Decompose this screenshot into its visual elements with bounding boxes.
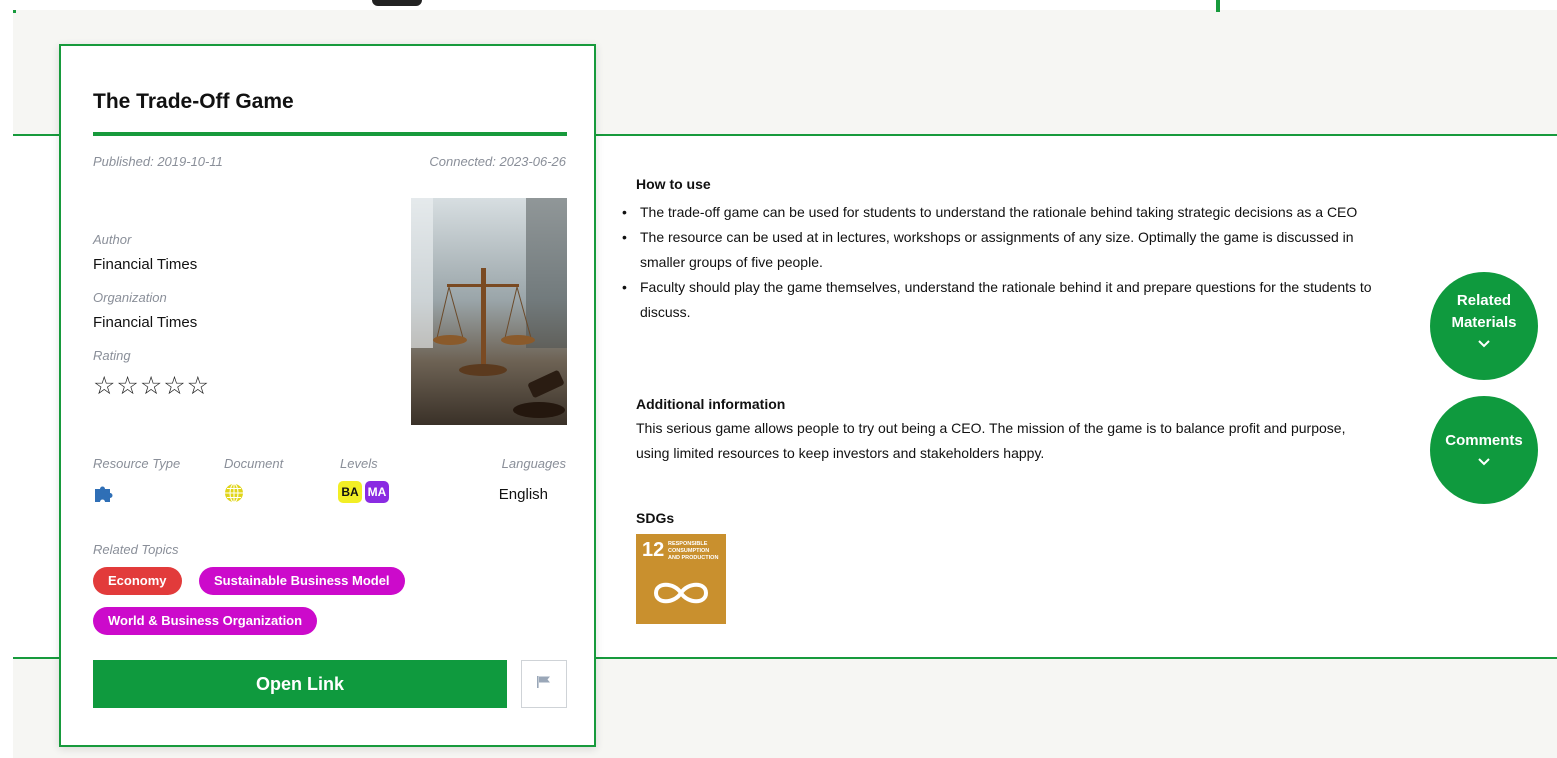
- published-date: Published: 2019-10-11: [93, 154, 223, 169]
- connected-date: Connected: 2023-06-26: [429, 154, 566, 169]
- how-to-use-list: The trade-off game can be used for stude…: [620, 200, 1400, 325]
- header-accent-right: [1216, 0, 1220, 12]
- how-to-use-heading: How to use: [636, 176, 711, 192]
- languages-label: Languages: [501, 456, 566, 471]
- levels-badges: BA MA: [338, 481, 389, 503]
- topic-chip-sustainable-business-model[interactable]: Sustainable Business Model: [199, 567, 405, 595]
- flag-icon: [536, 675, 552, 694]
- rating-stars[interactable]: ☆☆☆☆☆: [93, 371, 210, 401]
- organization-label: Organization: [93, 290, 167, 305]
- organization-value: Financial Times: [93, 314, 198, 331]
- sdg-title: RESPONSIBLE CONSUMPTION AND PRODUCTION: [668, 541, 719, 561]
- related-materials-label-line2: Materials: [1451, 314, 1517, 331]
- open-link-button[interactable]: Open Link: [93, 660, 507, 708]
- sdgs-heading: SDGs: [636, 510, 675, 526]
- additional-info-text: This serious game allows people to try o…: [636, 420, 1346, 461]
- list-item: Faculty should play the game themselves,…: [622, 275, 1400, 325]
- header-logo-fragment: [372, 0, 422, 6]
- report-button[interactable]: [521, 660, 567, 708]
- related-materials-label-line1: Related: [1456, 292, 1512, 309]
- top-header-strip: [0, 0, 1557, 13]
- author-label: Author: [93, 232, 132, 247]
- level-badge-ba: BA: [338, 481, 362, 503]
- resource-card: The Trade-Off Game Published: 2019-10-11…: [59, 44, 596, 747]
- topic-chip-economy[interactable]: Economy: [93, 567, 182, 595]
- comments-button[interactable]: Comments: [1430, 396, 1538, 504]
- chevron-down-icon: [1430, 335, 1538, 352]
- topic-chip-world-business-organization[interactable]: World & Business Organization: [93, 607, 318, 635]
- list-item: The trade-off game can be used for stude…: [622, 200, 1400, 225]
- language-value: English: [498, 486, 548, 503]
- sdg-number: 12: [642, 539, 665, 561]
- globe-icon: [224, 483, 244, 508]
- card-title: The Trade-Off Game: [93, 90, 294, 113]
- additional-info-heading: Additional information: [636, 396, 786, 412]
- comments-label: Comments: [1445, 432, 1523, 449]
- resource-image: [411, 198, 567, 425]
- scales-of-justice-image: [411, 198, 567, 425]
- document-label: Document: [224, 456, 284, 471]
- sdg-12-tile[interactable]: 12 RESPONSIBLE CONSUMPTION AND PRODUCTIO…: [636, 534, 726, 624]
- puzzle-icon: [93, 483, 115, 508]
- chevron-down-icon: [1430, 453, 1538, 470]
- list-item: The resource can be used at in lectures,…: [622, 225, 1400, 275]
- rating-label: Rating: [93, 348, 131, 363]
- page-left-edge: [0, 10, 13, 758]
- level-badge-ma: MA: [365, 481, 389, 503]
- infinity-loop-icon: [652, 578, 710, 613]
- author-value: Financial Times: [93, 256, 198, 273]
- title-underline: [93, 132, 567, 136]
- resource-type-label: Resource Type: [93, 456, 181, 471]
- related-topics-label: Related Topics: [93, 542, 179, 557]
- related-materials-button[interactable]: Related Materials: [1430, 272, 1538, 380]
- levels-label: Levels: [340, 456, 378, 471]
